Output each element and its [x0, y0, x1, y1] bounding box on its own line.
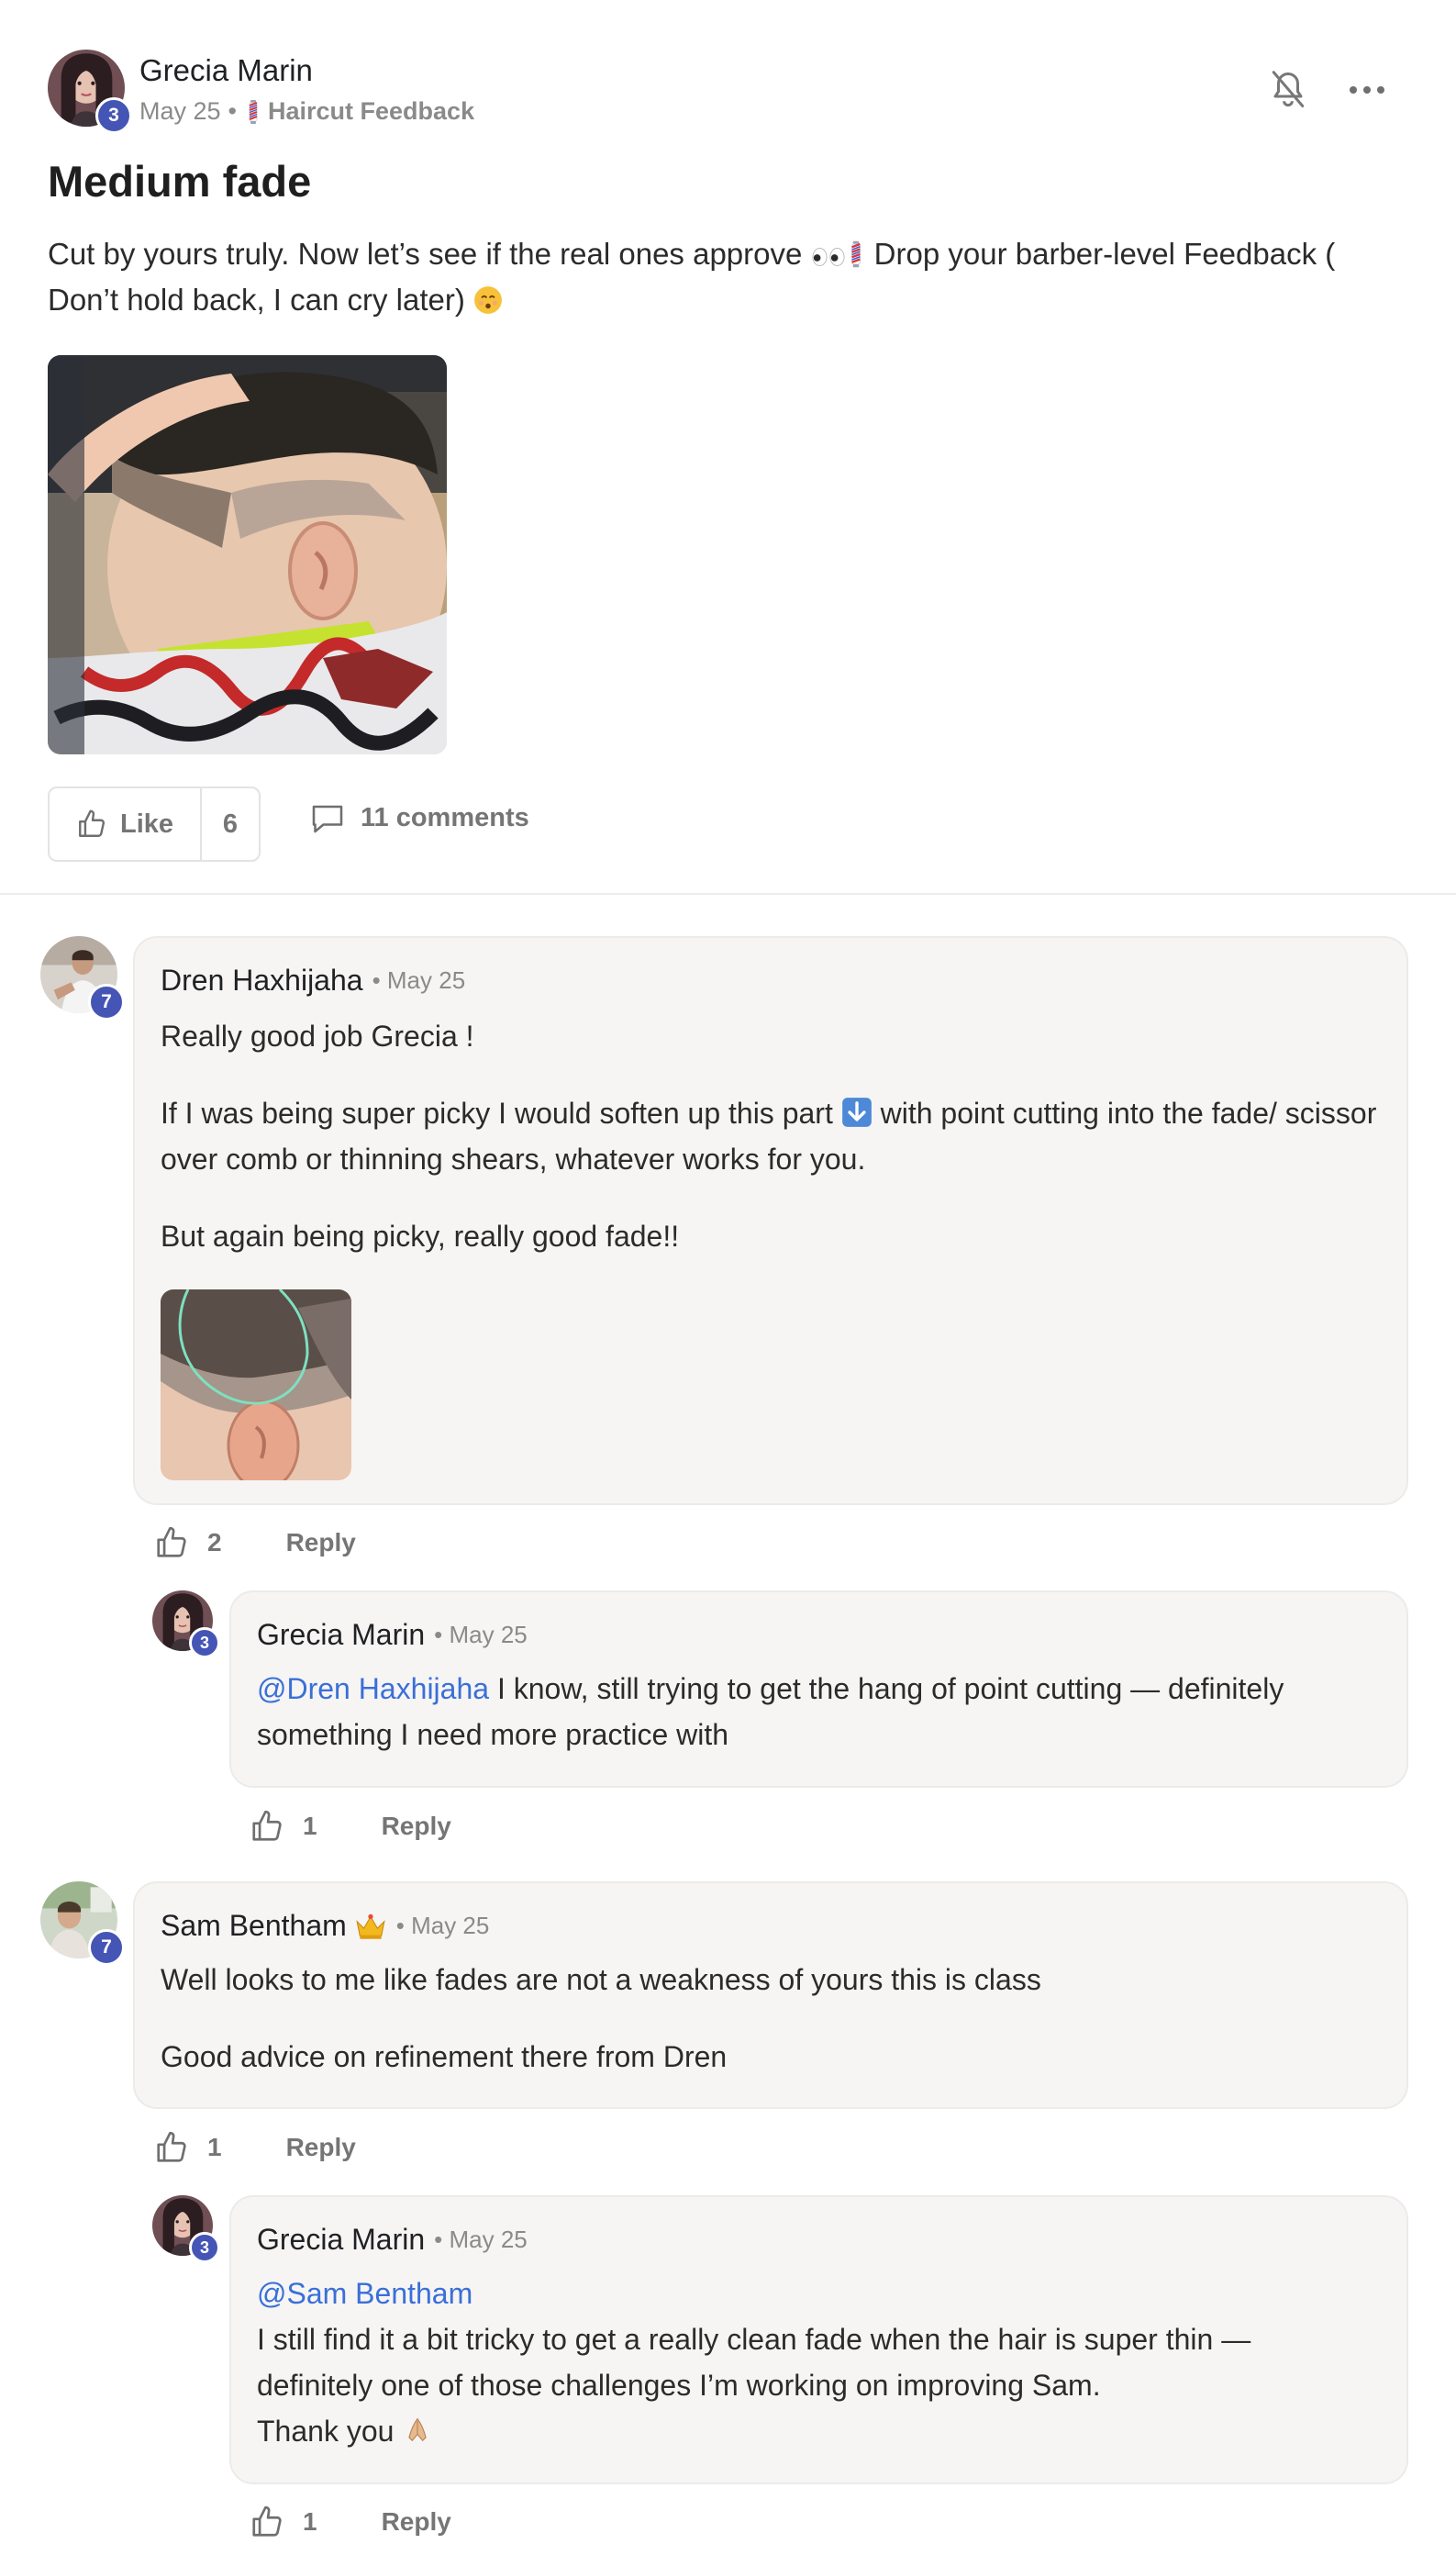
meta-separator: • — [228, 97, 237, 125]
mention-link[interactable]: @Dren Haxhijaha — [257, 1672, 489, 1705]
comment-like-count: 2 — [207, 1528, 222, 1556]
comment-paragraph: Well looks to me like fades are not a we… — [161, 1963, 1041, 1996]
comment-date: • May 25 — [434, 2226, 528, 2253]
comment-like-count: 1 — [303, 2507, 317, 2536]
reply-button[interactable]: Reply — [286, 1528, 356, 1557]
smirk-emoji-icon — [473, 285, 503, 315]
notification-off-button[interactable] — [1266, 68, 1310, 112]
post-date: May 25 — [139, 97, 221, 125]
post-body-part1: Cut by yours truly. Now let’s see if the… — [48, 237, 811, 271]
post-title: Medium fade — [48, 157, 312, 206]
reply-button[interactable]: Reply — [286, 2133, 356, 2162]
ellipsis-icon — [1350, 86, 1384, 94]
comment-actions: 1 Reply — [250, 1809, 451, 1844]
comment-like-count: 1 — [303, 1812, 317, 1840]
post-author-name[interactable]: Grecia Marin — [139, 53, 313, 88]
post-image-haircut[interactable] — [48, 355, 447, 754]
comment-date: • May 25 — [434, 1621, 528, 1648]
comment-actions: 1 Reply — [154, 2130, 356, 2165]
comment-paragraph: If I was being super picky I would softe… — [161, 1097, 1377, 1176]
thumbs-up-icon[interactable] — [250, 1809, 284, 1844]
comment-like-count: 1 — [207, 2133, 222, 2161]
barber-pole-emoji-icon — [846, 240, 866, 269]
comment-actions: 1 Reply — [250, 2505, 451, 2539]
comment-author[interactable]: Dren Haxhijaha — [161, 964, 363, 998]
like-group: Like 6 — [48, 787, 261, 862]
comment-text: Well looks to me like fades are not a we… — [161, 1957, 1390, 2080]
comment-image-fade[interactable] — [161, 1289, 351, 1480]
level-badge: 3 — [189, 1627, 220, 1658]
reply-bubble: Grecia Marin • May 25 @Dren Haxhijaha I … — [229, 1590, 1408, 1788]
comment-text: @Sam Bentham I still find it a bit trick… — [257, 2270, 1395, 2454]
comment-header: Dren Haxhijaha • May 25 — [161, 964, 465, 998]
author-avatar[interactable]: 3 — [48, 50, 132, 134]
post-category[interactable]: Haircut Feedback — [268, 97, 474, 126]
thumbs-up-icon — [76, 809, 107, 840]
like-count[interactable]: 6 — [202, 809, 259, 840]
crown-emoji-icon — [354, 1912, 387, 1941]
comment-bubble: Sam Bentham • May 25 Well looks to me li… — [133, 1881, 1408, 2109]
comment-line: I still find it a bit tricky to get a re… — [257, 2323, 1251, 2356]
comments-count: 11 comments — [361, 802, 529, 832]
commenter-avatar[interactable]: 3 — [152, 1590, 220, 1658]
eyes-emoji-icon — [811, 245, 846, 269]
post-body: Cut by yours truly. Now let’s see if the… — [48, 231, 1378, 323]
comment-header: Grecia Marin • May 25 — [257, 2223, 528, 2257]
comment-bubble: Dren Haxhijaha • May 25 Really good job … — [133, 936, 1408, 1505]
divider — [0, 893, 1456, 895]
comment-header: Grecia Marin • May 25 — [257, 1618, 528, 1652]
thumbs-up-icon[interactable] — [250, 2505, 284, 2539]
thumbs-up-icon[interactable] — [154, 2130, 189, 2165]
barber-pole-icon — [244, 99, 262, 125]
bell-off-icon — [1272, 71, 1305, 107]
level-badge: 7 — [88, 984, 125, 1021]
reply-button[interactable]: Reply — [382, 1812, 451, 1841]
reply-bubble: Grecia Marin • May 25 @Sam Bentham I sti… — [229, 2195, 1408, 2484]
comment-author[interactable]: Grecia Marin — [257, 1618, 425, 1652]
thumbs-up-icon[interactable] — [154, 1525, 189, 1560]
commenter-avatar[interactable]: 7 — [40, 936, 125, 1021]
like-button[interactable]: Like — [50, 788, 202, 860]
comment-header: Sam Bentham • May 25 — [161, 1909, 489, 1943]
comment-paragraph: Really good job Grecia ! — [161, 1020, 474, 1053]
comments-button[interactable]: 11 comments — [309, 801, 529, 834]
mention-link[interactable]: @Sam Bentham — [257, 2270, 1395, 2316]
comment-actions: 2 Reply — [154, 1525, 356, 1560]
level-badge: 3 — [189, 2232, 220, 2263]
post-meta: May 25 • Haircut Feedback — [139, 97, 474, 126]
comment-author[interactable]: Sam Bentham — [161, 1909, 347, 1943]
level-badge: 3 — [95, 97, 132, 134]
comment-date: • May 25 — [372, 966, 466, 994]
level-badge: 7 — [88, 1929, 125, 1966]
comment-line: definitely one of those challenges I’m w… — [257, 2369, 1101, 2402]
comment-author[interactable]: Grecia Marin — [257, 2223, 425, 2257]
more-options-button[interactable] — [1341, 68, 1393, 112]
like-label: Like — [119, 809, 174, 839]
commenter-avatar[interactable]: 7 — [40, 1881, 125, 1966]
comment-date: • May 25 — [395, 1912, 490, 1939]
comment-paragraph: But again being picky, really good fade!… — [161, 1220, 680, 1253]
down-arrow-emoji-icon — [841, 1097, 872, 1128]
comment-line: Thank you — [257, 2408, 1395, 2454]
comment-paragraph: Good advice on refinement there from Dre… — [161, 2040, 728, 2073]
comment-icon — [312, 805, 343, 833]
praying-hands-emoji-icon — [402, 2415, 433, 2446]
commenter-avatar[interactable]: 3 — [152, 2195, 220, 2263]
reply-button[interactable]: Reply — [382, 2507, 451, 2537]
comment-text: @Dren Haxhijaha I know, still trying to … — [257, 1672, 1284, 1751]
comment-text: Really good job Grecia ! If I was being … — [161, 1013, 1390, 1259]
